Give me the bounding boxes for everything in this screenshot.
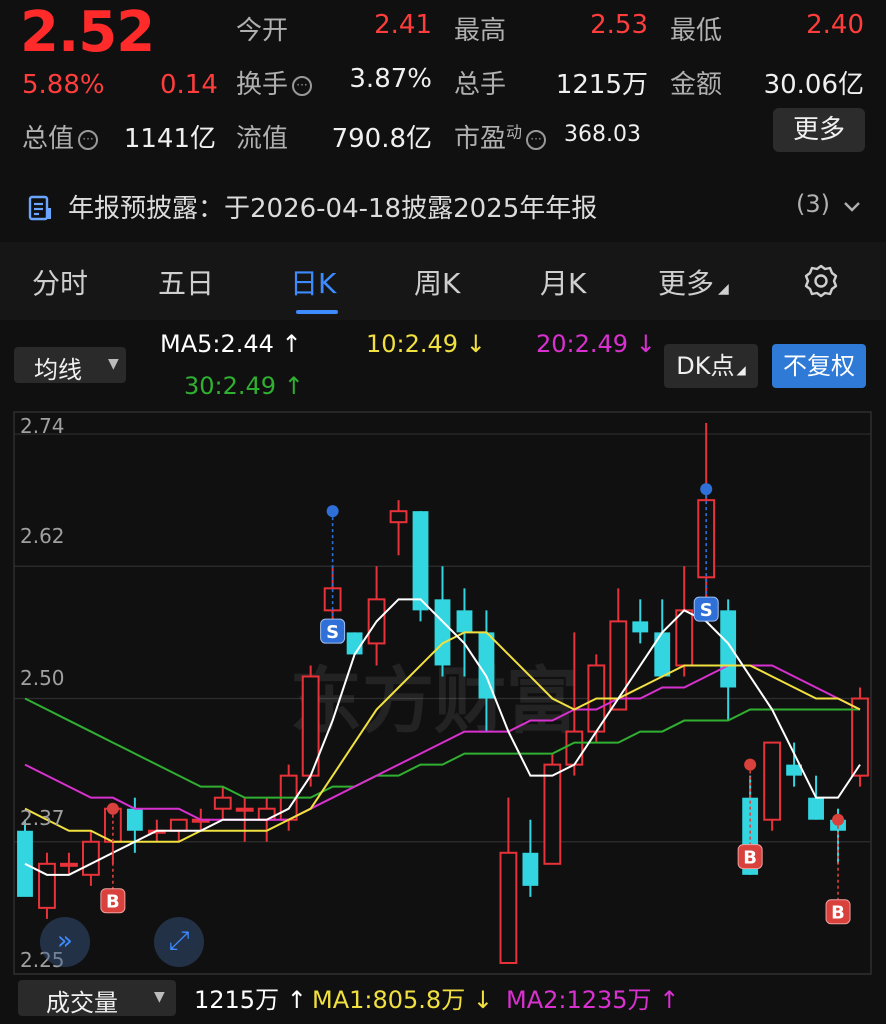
buy-signal-letter: B: [831, 903, 845, 924]
candle-up[interactable]: [763, 741, 782, 821]
volume-value: 1215万: [555, 70, 648, 100]
corner-triangle-icon: ◢: [718, 281, 729, 297]
tab-more[interactable]: 更多 ◢: [658, 262, 729, 302]
amount-value: 30.06亿: [763, 70, 864, 100]
candle-up[interactable]: [235, 807, 254, 812]
disclosure-text[interactable]: 年报预披露：于2026-04-18披露2025年年报: [68, 188, 597, 225]
candle-down[interactable]: [808, 797, 824, 820]
volume-ma1: MA1:805.8万 ↓: [312, 986, 493, 1014]
sell-signal-dot: [326, 505, 339, 518]
tab-intraday[interactable]: 分时: [32, 262, 88, 302]
info-dots-icon[interactable]: ···: [526, 130, 547, 150]
candle-down[interactable]: [720, 610, 737, 688]
dropdown-arrow-icon: ▼: [108, 356, 119, 372]
candlestick-chart[interactable]: 东方财富 B S S B B: [0, 408, 886, 976]
volume-label: 总手: [454, 70, 507, 100]
candle-down[interactable]: [632, 621, 649, 633]
candle-up[interactable]: [60, 862, 78, 867]
candle-up[interactable]: [38, 862, 56, 909]
turnover-label: 换手 ···: [236, 64, 313, 101]
change-amount: 0.14: [160, 70, 218, 100]
candle-down[interactable]: [434, 599, 451, 666]
buy-signal-dot: [832, 813, 845, 826]
y-axis-label: 2.62: [20, 524, 65, 548]
low-label: 最低: [670, 16, 723, 46]
candle-down[interactable]: [456, 610, 473, 633]
y-axis-label: 2.37: [20, 806, 65, 830]
mktcap-label: 总值 ···: [22, 118, 99, 155]
tab-five-day[interactable]: 五日: [158, 262, 214, 302]
ma5-value: MA5:2.44 ↑: [160, 330, 302, 358]
tab-daily-k[interactable]: 日K: [290, 262, 336, 302]
dropdown-arrow-icon: ▼: [154, 989, 165, 1005]
fullscreen-icon[interactable]: ⤢: [154, 917, 204, 967]
candle-up[interactable]: [499, 851, 518, 964]
price-adjust-button[interactable]: 不复权: [772, 344, 866, 388]
float-label: 流值: [236, 124, 289, 154]
candle-up[interactable]: [81, 840, 100, 876]
candle-up[interactable]: [389, 510, 408, 524]
volume-selector[interactable]: 成交量 ▼: [18, 980, 176, 1017]
candle-up[interactable]: [213, 796, 232, 810]
pe-value: 368.03: [564, 122, 641, 147]
last-price: 2.52: [20, 0, 155, 65]
document-icon: [28, 195, 51, 221]
change-percent: 5.88%: [22, 70, 105, 100]
volume-ma2: MA2:1235万 ↑: [506, 986, 680, 1014]
tab-monthly-k[interactable]: 月K: [540, 262, 586, 302]
candle-down[interactable]: [126, 808, 143, 831]
watermark-text: 东方财富: [290, 659, 578, 743]
y-axis-label: 2.74: [20, 414, 65, 438]
info-dots-icon[interactable]: ···: [292, 76, 313, 96]
y-axis-label: 2.50: [20, 666, 65, 690]
pe-label: 市盈动 ···: [454, 118, 547, 155]
ma10-value: 10:2.49 ↓: [366, 330, 486, 358]
candle-down[interactable]: [412, 511, 429, 611]
buy-signal-dot: [106, 802, 119, 815]
open-value: 2.41: [374, 10, 432, 40]
dk-point-button[interactable]: DK点 ◢: [664, 344, 758, 388]
ma30-value: 30:2.49 ↑: [184, 372, 304, 400]
candle-up[interactable]: [169, 818, 188, 832]
corner-triangle-icon: ◢: [736, 363, 746, 377]
candle-up[interactable]: [675, 609, 694, 667]
candle-down[interactable]: [346, 632, 363, 655]
buy-signal-letter: B: [743, 848, 757, 869]
low-value: 2.40: [806, 10, 864, 40]
turnover-value: 3.87%: [349, 64, 432, 94]
candle-up[interactable]: [543, 763, 562, 865]
mktcap-value: 1141亿: [123, 124, 216, 154]
high-value: 2.53: [590, 10, 648, 40]
scroll-forward-icon[interactable]: »: [40, 917, 90, 967]
info-dots-icon[interactable]: ···: [78, 130, 99, 150]
candle-up[interactable]: [257, 807, 276, 821]
candle-up[interactable]: [565, 730, 584, 766]
volume-today: 1215万 ↑: [194, 986, 307, 1014]
ma20-value: 20:2.49 ↓: [536, 330, 656, 358]
more-button[interactable]: 更多: [773, 108, 865, 152]
float-value: 790.8亿: [331, 124, 432, 154]
disclosure-count: (3): [796, 190, 830, 218]
candle-down[interactable]: [522, 852, 539, 886]
sell-signal-letter: S: [700, 600, 713, 621]
ma-selector[interactable]: 均线 ▼: [14, 347, 126, 384]
amount-label: 金额: [670, 70, 723, 100]
gear-icon[interactable]: [802, 262, 840, 300]
high-label: 最高: [454, 16, 507, 46]
tab-weekly-k[interactable]: 周K: [414, 262, 460, 302]
buy-signal-dot: [744, 758, 757, 771]
sell-signal-letter: S: [326, 622, 339, 643]
active-tab-indicator: [296, 310, 338, 314]
buy-signal-letter: B: [106, 892, 120, 913]
chevron-down-icon[interactable]: [842, 198, 862, 214]
open-label: 今开: [236, 16, 289, 46]
sell-signal-dot: [700, 483, 713, 496]
